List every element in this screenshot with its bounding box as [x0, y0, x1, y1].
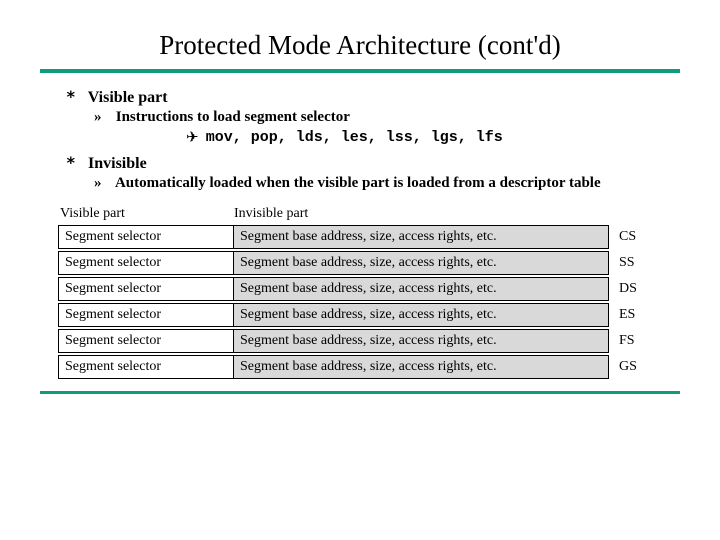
bullet1-text: Visible part — [88, 89, 168, 106]
table-row: Segment selectorSegment base address, si… — [58, 251, 680, 275]
figure-headers: Visible part Invisible part — [58, 206, 680, 222]
bullet1-marker: * — [66, 87, 84, 106]
header-invisible: Invisible part — [228, 206, 604, 222]
slide: Protected Mode Architecture (cont'd) * V… — [0, 0, 720, 394]
cell-visible: Segment selector — [58, 355, 234, 379]
cell-invisible: Segment base address, size, access right… — [234, 225, 609, 249]
segment-table: Segment selectorSegment base address, si… — [58, 225, 680, 381]
cell-invisible: Segment base address, size, access right… — [234, 277, 609, 301]
bullet2b-marker: » — [94, 175, 112, 192]
bullet-autoload: » Automatically loaded when the visible … — [94, 175, 680, 192]
cell-visible: Segment selector — [58, 329, 234, 353]
cell-invisible: Segment base address, size, access right… — [234, 251, 609, 275]
slide-title: Protected Mode Architecture (cont'd) — [40, 30, 680, 61]
cell-register: CS — [609, 225, 651, 249]
segment-figure: Visible part Invisible part Segment sele… — [58, 206, 680, 381]
bullet2-text: Instructions to load segment selector — [116, 109, 350, 125]
cell-invisible: Segment base address, size, access right… — [234, 355, 609, 379]
bottom-rule — [40, 391, 680, 394]
bullet2b-text: Automatically loaded when the visible pa… — [115, 175, 601, 191]
cell-visible: Segment selector — [58, 225, 234, 249]
cell-visible: Segment selector — [58, 303, 234, 327]
cell-register: ES — [609, 303, 651, 327]
bullet-invisible: * Invisible — [66, 153, 680, 173]
cell-register: GS — [609, 355, 651, 379]
table-row: Segment selectorSegment base address, si… — [58, 277, 680, 301]
bullet1b-marker: * — [66, 153, 84, 172]
bullet-instructions: » Instructions to load segment selector — [94, 109, 680, 126]
cell-visible: Segment selector — [58, 251, 234, 275]
cell-invisible: Segment base address, size, access right… — [234, 329, 609, 353]
cell-register: FS — [609, 329, 651, 353]
table-row: Segment selectorSegment base address, si… — [58, 355, 680, 379]
bullet1b-text: Invisible — [88, 155, 147, 172]
header-visible: Visible part — [58, 206, 228, 222]
cell-invisible: Segment base address, size, access right… — [234, 303, 609, 327]
bullet-list: * Visible part » Instructions to load se… — [66, 87, 680, 192]
cell-register: DS — [609, 277, 651, 301]
bullet3-marker: ✈ — [186, 128, 202, 147]
table-row: Segment selectorSegment base address, si… — [58, 225, 680, 249]
table-row: Segment selectorSegment base address, si… — [58, 303, 680, 327]
bullet-visible-part: * Visible part — [66, 87, 680, 107]
title-rule — [40, 69, 680, 73]
bullet2-marker: » — [94, 109, 112, 126]
table-row: Segment selectorSegment base address, si… — [58, 329, 680, 353]
cell-visible: Segment selector — [58, 277, 234, 301]
cell-register: SS — [609, 251, 651, 275]
bullet-opcodes: ✈ mov, pop, lds, les, lss, lgs, lfs — [186, 128, 680, 147]
opcode-text: mov, pop, lds, les, lss, lgs, lfs — [206, 129, 503, 146]
